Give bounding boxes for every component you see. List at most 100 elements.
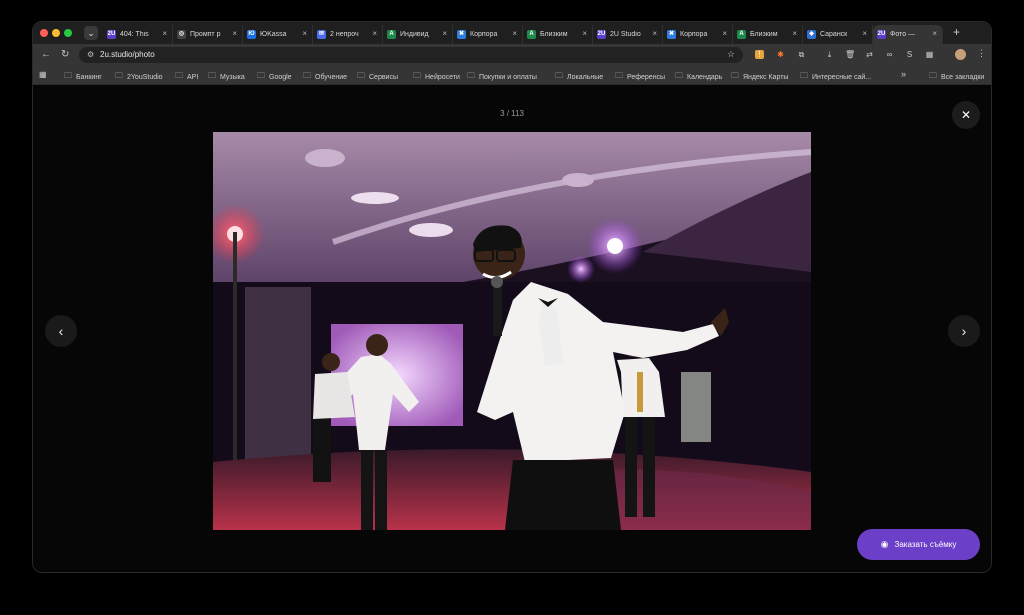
maximize-window-button[interactable] — [64, 29, 72, 37]
close-tab-icon[interactable]: × — [162, 29, 167, 38]
folder-icon: 🗀 — [467, 71, 475, 80]
tab-title: 2 непроч — [330, 31, 359, 38]
close-tab-icon[interactable]: × — [862, 29, 867, 38]
bookmark-item[interactable]: 🗀 Локальные — [555, 70, 603, 84]
tab-title: Корпора — [680, 31, 708, 38]
qr-code-icon[interactable]: ▦ — [925, 50, 934, 59]
back-button[interactable]: ← — [41, 48, 51, 62]
profile-avatar[interactable] — [955, 49, 966, 60]
camera-icon: ◉ — [880, 539, 889, 549]
new-tab-button[interactable]: + — [953, 25, 960, 39]
bookmark-item[interactable]: 🗀 Сервисы — [357, 70, 398, 84]
close-tab-icon[interactable]: × — [232, 29, 237, 38]
tab-title: Фото — — [890, 31, 916, 38]
bookmark-item[interactable]: 🗀 Яндекс Карты — [731, 70, 788, 84]
bookmark-item[interactable]: 🗀 Нейросети — [413, 70, 460, 84]
bookmark-item[interactable]: 🗀 2YouStudio — [115, 70, 163, 84]
tab-title: Саранск — [820, 31, 848, 38]
minimize-window-button[interactable] — [52, 29, 60, 37]
tab-favicon-icon: A — [387, 30, 396, 39]
bookmark-item[interactable]: 🗀 Календарь — [675, 70, 722, 84]
folder-icon: 🗀 — [675, 71, 683, 80]
tab-search-button[interactable]: ⌄ — [84, 26, 98, 40]
browser-tab[interactable]: A Близким × — [523, 25, 593, 44]
all-bookmarks-folder[interactable]: 🗀 Все закладки — [929, 70, 984, 84]
tab-title: ЮKassa — [260, 31, 287, 38]
strikethrough-icon[interactable]: S — [905, 50, 914, 59]
browser-tab[interactable]: ◆ Саранск × — [803, 25, 873, 44]
reload-button[interactable]: ↻ — [61, 48, 69, 62]
tab-favicon-icon: ✖ — [457, 30, 466, 39]
bookmark-item[interactable]: 🗀 Google — [257, 70, 292, 84]
folder-icon: 🗀 — [64, 71, 72, 80]
close-tab-icon[interactable]: × — [652, 29, 657, 38]
close-tab-icon[interactable]: × — [792, 29, 797, 38]
close-tab-icon[interactable]: × — [722, 29, 727, 38]
close-tab-icon[interactable]: × — [932, 29, 937, 38]
bookmark-label: Сервисы — [369, 73, 399, 81]
more-bookmarks-chevron-icon[interactable]: » — [901, 69, 906, 79]
browser-tab[interactable]: ✖ Корпора × — [453, 25, 523, 44]
folder-icon: 🗀 — [615, 71, 623, 80]
bookmark-item[interactable]: 🗀 API — [175, 70, 198, 84]
close-tab-icon[interactable]: × — [302, 29, 307, 38]
close-tab-icon[interactable]: × — [582, 29, 587, 38]
bookmark-item[interactable]: 🗀 Интересные сай... — [800, 70, 871, 84]
close-tab-icon[interactable]: × — [512, 29, 517, 38]
browser-tab[interactable]: Ю ЮKassa × — [243, 25, 313, 44]
extension-puzzle-icon[interactable]: ⧉ — [797, 50, 806, 59]
close-window-button[interactable] — [40, 29, 48, 37]
tab-strip: ⌄ 2U 404: This × ◎ Промпт р × Ю ЮKassa × ✉ 2 непро… — [33, 22, 991, 44]
trash-icon[interactable]: 🗑 — [845, 50, 855, 59]
browser-tab[interactable]: 2U 404: This × — [103, 25, 173, 44]
bookmark-star-icon[interactable]: ☆ — [727, 49, 735, 60]
bookmark-item[interactable]: 🗀 Музыка — [208, 70, 245, 84]
bookmark-item[interactable]: 🗀 Банкинг — [64, 70, 102, 84]
bookmark-label: Музыка — [220, 73, 245, 81]
folder-icon: 🗀 — [929, 71, 937, 80]
bookmark-label: Банкинг — [76, 73, 102, 81]
menu-icon[interactable]: ⋮ — [977, 48, 986, 59]
previous-photo-button[interactable]: ‹ — [45, 315, 77, 347]
link-icon[interactable]: ∞ — [885, 50, 894, 59]
tab-title: Промпт р — [190, 31, 221, 38]
url-text[interactable]: 2u.studio/photo — [100, 50, 155, 59]
extension-icon[interactable]: ✱ — [776, 50, 785, 59]
bookmark-label: Референсы — [627, 73, 666, 81]
next-photo-button[interactable]: › — [948, 315, 980, 347]
folder-icon: 🗀 — [413, 71, 421, 80]
bookmark-label: Календарь — [687, 73, 723, 81]
extension-icon[interactable]: ! — [755, 50, 764, 59]
tab-list: 2U 404: This × ◎ Промпт р × Ю ЮKassa × ✉ 2 непроч ×… — [103, 25, 943, 44]
order-shoot-button[interactable]: ◉ Заказать съёмку — [857, 529, 980, 560]
close-tab-icon[interactable]: × — [442, 29, 447, 38]
bookmark-item[interactable]: 🗀 Обучение — [303, 70, 347, 84]
bookmark-label: API — [187, 73, 199, 81]
photo-counter: 3 / 113 — [500, 109, 524, 118]
browser-tab[interactable]: ◎ Промпт р × — [173, 25, 243, 44]
tab-title: Индивид — [400, 31, 429, 38]
bookmark-label: Google — [269, 73, 292, 81]
tab-title: Корпора — [470, 31, 498, 38]
folder-icon: 🗀 — [555, 71, 563, 80]
translate-icon[interactable]: ⇄ — [865, 50, 874, 59]
browser-tab[interactable]: ✖ Корпора × — [663, 25, 733, 44]
browser-tab[interactable]: 2U 2U Studio × — [593, 25, 663, 44]
site-info-icon[interactable]: ⚙ — [87, 50, 94, 59]
apps-grid-icon[interactable]: ▦ — [39, 70, 47, 79]
all-bookmarks-label: Все закладки — [941, 73, 985, 81]
tab-title: 2U Studio — [610, 31, 641, 38]
browser-tab[interactable]: A Индивид × — [383, 25, 453, 44]
close-viewer-button[interactable]: ✕ — [952, 101, 980, 129]
order-shoot-label: Заказать съёмку — [894, 540, 957, 549]
browser-tab[interactable]: ✉ 2 непроч × — [313, 25, 383, 44]
address-bar[interactable]: ⚙ 2u.studio/photo ☆ — [79, 47, 743, 63]
browser-tab[interactable]: A Близким × — [733, 25, 803, 44]
bookmark-item[interactable]: 🗀 Референсы — [615, 70, 665, 84]
close-tab-icon[interactable]: × — [372, 29, 377, 38]
toolbar: ← ↻ ⚙ 2u.studio/photo ☆ ! ✱ ⧉ ⤓ 🗑 ⇄ ∞ S … — [33, 44, 991, 66]
folder-icon: 🗀 — [303, 71, 311, 80]
download-icon[interactable]: ⤓ — [825, 50, 834, 59]
browser-tab[interactable]: 2U Фото — × — [873, 25, 943, 44]
bookmark-item[interactable]: 🗀 Покупки и оплаты — [467, 70, 537, 84]
